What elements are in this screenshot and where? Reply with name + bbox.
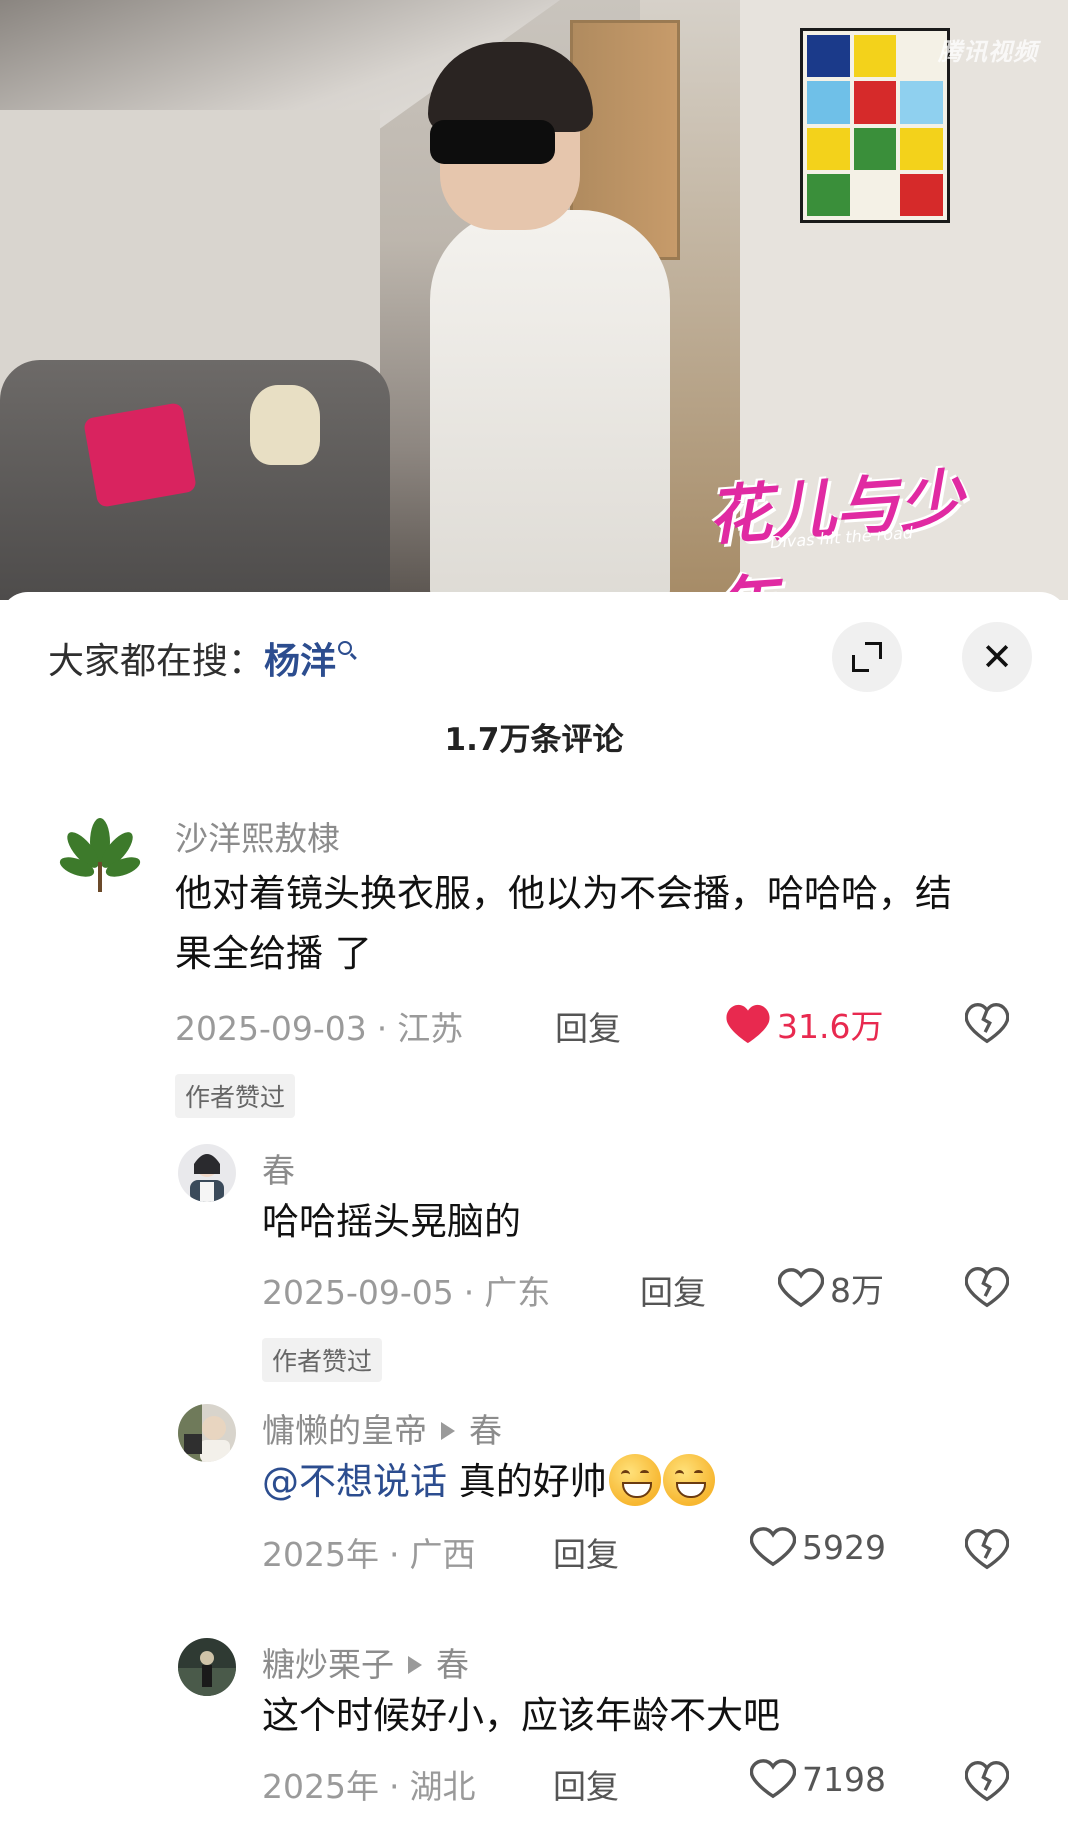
comment-location: 江苏 <box>397 1009 464 1048</box>
reply-button[interactable]: 回复 <box>555 1002 621 1050</box>
comment-sheet: 大家都在搜：杨洋 ✕ 1.7万条评论 沙洋熙敖棣 他对着镜头换衣服，他以为不会播… <box>0 592 1068 1828</box>
close-button[interactable]: ✕ <box>962 622 1032 692</box>
heart-icon <box>750 1759 796 1799</box>
mention-link[interactable]: @不想说话 <box>262 1460 447 1503</box>
video-scene-bag <box>82 402 198 508</box>
search-icon <box>338 641 353 655</box>
reply-date: 2025年 <box>262 1767 379 1806</box>
comment-count: 1.7万条评论 <box>444 722 624 758</box>
heart-icon <box>726 1004 770 1044</box>
reply-text-body: 真的好帅 <box>447 1460 607 1503</box>
grin-emoji-icon <box>662 1453 715 1506</box>
reply-meta: 2025年 · 广西 <box>262 1535 476 1574</box>
reply-date: 2025-09-05 <box>262 1273 454 1312</box>
reply-username: 糖炒栗子 春 <box>262 1638 469 1686</box>
reply-button[interactable]: 回复 <box>640 1266 706 1314</box>
reply-arrow-icon <box>441 1421 455 1440</box>
avatar[interactable] <box>55 812 145 902</box>
avatar[interactable] <box>178 1144 236 1202</box>
trending-search-prefix: 大家都在搜： <box>48 641 265 682</box>
dislike-button[interactable] <box>964 1002 1010 1048</box>
broken-heart-icon <box>964 1003 1010 1044</box>
like-count: 8万 <box>830 1271 884 1310</box>
comment-date: 2025-09-03 <box>175 1009 367 1048</box>
heart-icon <box>750 1527 796 1567</box>
trending-search[interactable]: 大家都在搜：杨洋 <box>48 632 353 684</box>
reply-meta: 2025年 · 湖北 <box>262 1767 476 1806</box>
broken-heart-icon <box>964 1267 1010 1308</box>
reply-to-username[interactable]: 春 <box>469 1411 502 1450</box>
like-button[interactable]: 8万 <box>778 1264 884 1312</box>
reply-date: 2025年 <box>262 1535 379 1574</box>
video-scene-painting <box>800 28 950 223</box>
video-person-body <box>430 210 670 600</box>
heart-icon <box>778 1268 824 1308</box>
show-logo: 花儿与少年 Divas hit the road <box>700 450 1020 600</box>
reply-text[interactable]: 这个时候好小，应该年龄不大吧 <box>262 1686 982 1746</box>
like-count: 5929 <box>802 1527 886 1567</box>
like-button[interactable]: 5929 <box>750 1526 886 1568</box>
expand-button[interactable] <box>832 622 902 692</box>
dislike-button[interactable] <box>964 1528 1010 1574</box>
reply-button[interactable]: 回复 <box>553 1760 619 1808</box>
reply-username-text[interactable]: 糖炒栗子 <box>262 1645 394 1684</box>
show-logo-title: 花儿与少年 <box>705 463 966 600</box>
reply-to-username[interactable]: 春 <box>436 1645 469 1684</box>
author-liked-tag: 作者赞过 <box>262 1338 383 1382</box>
grin-emoji-icon <box>608 1453 661 1506</box>
like-count: 7198 <box>802 1759 886 1799</box>
trending-search-term[interactable]: 杨洋 <box>264 641 336 682</box>
dislike-button[interactable] <box>964 1266 1010 1312</box>
author-liked-tag: 作者赞过 <box>175 1074 296 1118</box>
reply-arrow-icon <box>408 1655 422 1674</box>
video-scene-plush-toy <box>250 385 320 465</box>
dislike-button[interactable] <box>964 1760 1010 1806</box>
like-button[interactable]: 31.6万 <box>725 1000 883 1048</box>
reply-username-text[interactable]: 慵懒的皇帝 <box>262 1411 427 1450</box>
comment-text[interactable]: 他对着镜头换衣服，他以为不会播，哈哈哈，结果全给播 了 <box>175 864 975 984</box>
video-player[interactable]: 腾讯视频 花儿与少年 Divas hit the road <box>0 0 1068 600</box>
like-button[interactable]: 7198 <box>750 1758 886 1800</box>
reply-username[interactable]: 春 <box>262 1144 295 1192</box>
reply-username: 慵懒的皇帝 春 <box>262 1404 502 1452</box>
like-count: 31.6万 <box>777 1007 884 1046</box>
close-icon: ✕ <box>981 635 1013 679</box>
avatar[interactable] <box>178 1638 236 1696</box>
reply-text[interactable]: @不想说话 真的好帅 <box>262 1452 982 1512</box>
avatar[interactable] <box>178 1404 236 1462</box>
reply-location: 广西 <box>409 1535 476 1574</box>
broken-heart-icon <box>964 1529 1010 1570</box>
comment-username[interactable]: 沙洋熙敖棣 <box>175 812 340 860</box>
video-watermark: 腾讯视频 <box>938 38 1038 66</box>
comment-meta: 2025-09-03 · 江苏 <box>175 1009 464 1048</box>
expand-icon <box>852 642 882 672</box>
broken-heart-icon <box>964 1761 1010 1802</box>
reply-meta: 2025-09-05 · 广东 <box>262 1273 551 1312</box>
video-person-sunglasses <box>430 120 555 164</box>
reply-location: 广东 <box>484 1273 551 1312</box>
reply-button[interactable]: 回复 <box>553 1528 619 1576</box>
reply-location: 湖北 <box>409 1767 476 1806</box>
reply-text[interactable]: 哈哈摇头晃脑的 <box>262 1192 962 1252</box>
